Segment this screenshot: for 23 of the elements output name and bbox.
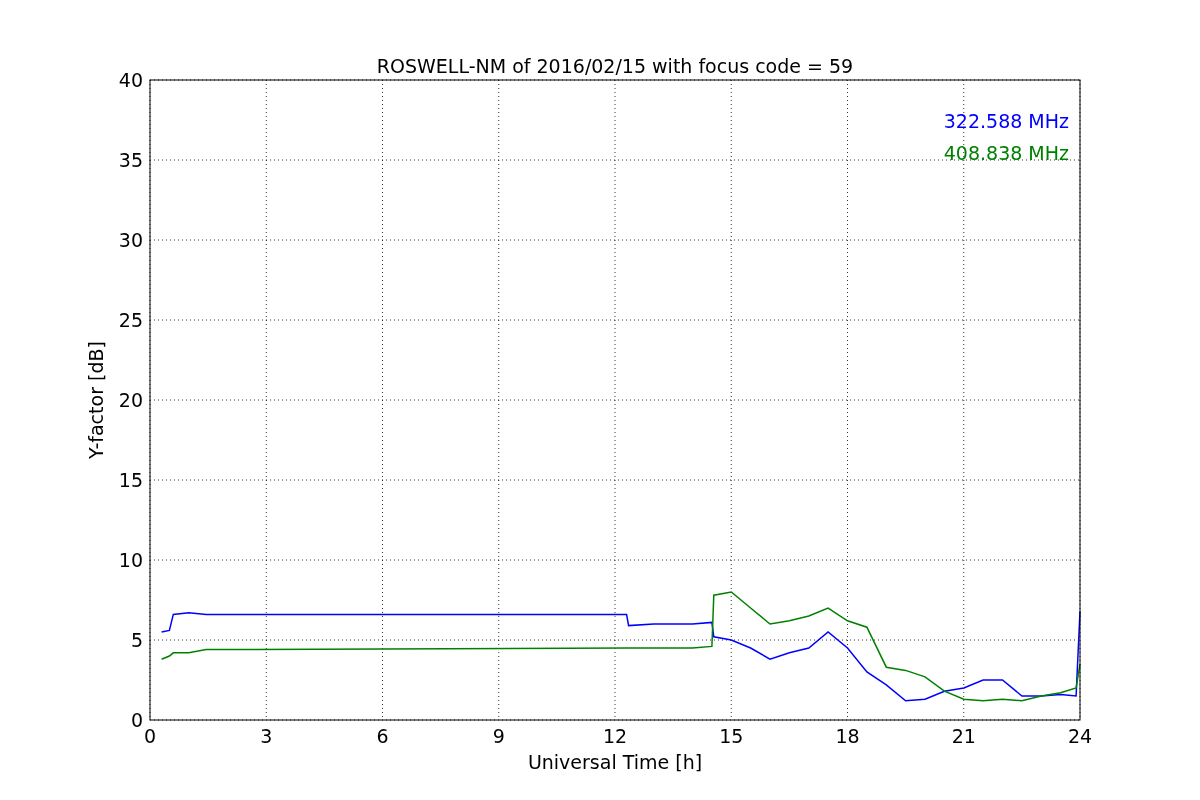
y-axis-label: Y-factor [dB] xyxy=(85,341,107,459)
x-tick-label: 24 xyxy=(1067,725,1093,747)
x-tick-label: 12 xyxy=(602,725,628,747)
y-tick-label: 0 xyxy=(130,709,143,731)
x-tick-label: 0 xyxy=(143,725,157,747)
y-tick-label: 40 xyxy=(118,69,143,91)
x-tick-label: 6 xyxy=(376,725,389,747)
x-tick-label: 15 xyxy=(719,725,744,747)
y-tick-label: 15 xyxy=(118,469,143,491)
y-tick-label: 30 xyxy=(118,229,143,251)
y-tick-label: 5 xyxy=(130,629,143,651)
y-tick-label: 25 xyxy=(118,309,143,331)
legend-label: 322.588 MHz xyxy=(943,110,1069,132)
y-tick-label: 35 xyxy=(118,149,143,171)
x-tick-label: 18 xyxy=(835,725,860,747)
x-tick-label: 3 xyxy=(260,725,273,747)
y-tick-label: 20 xyxy=(118,389,143,411)
chart-title: ROSWELL-NM of 2016/02/15 with focus code = 59 xyxy=(376,55,854,77)
y-tick-label: 10 xyxy=(118,549,143,571)
x-axis-label: Universal Time [h] xyxy=(527,751,703,773)
x-tick-label: 9 xyxy=(492,725,505,747)
legend-label: 408.838 MHz xyxy=(943,142,1069,164)
x-tick-label: 21 xyxy=(951,725,976,747)
